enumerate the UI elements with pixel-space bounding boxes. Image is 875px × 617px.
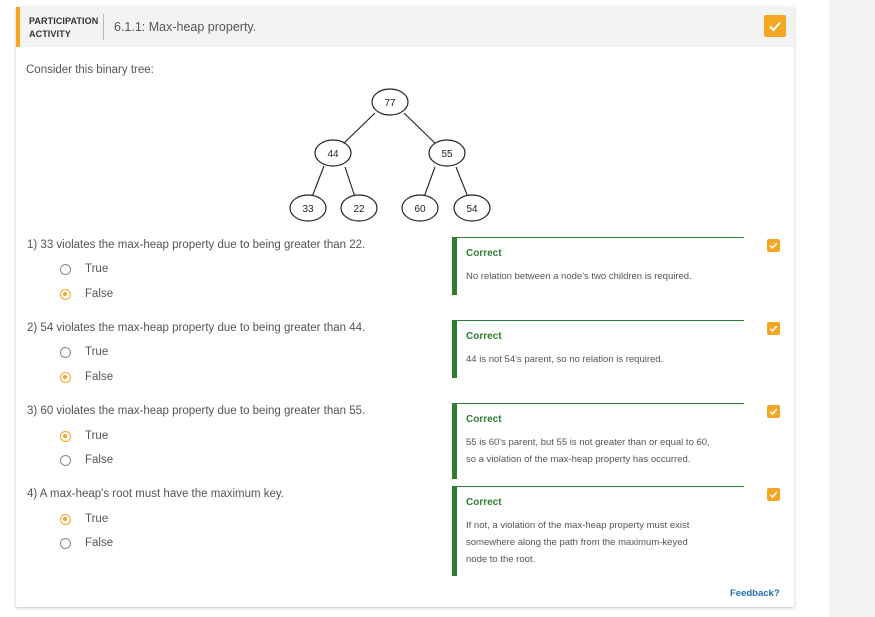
question-1-feedback: Correct No relation between a node's two… (452, 237, 744, 295)
radio-selected-icon[interactable] (60, 371, 71, 383)
radio-icon[interactable] (60, 454, 71, 466)
question-1-option-true[interactable]: True (60, 263, 108, 275)
question-1-option-false[interactable]: False (60, 288, 113, 300)
tree-node-right-right-label: 54 (466, 204, 478, 215)
tree-node-root: 77 (371, 88, 409, 116)
question-4-option-false[interactable]: False (60, 537, 113, 549)
binary-tree-diagram: 77 44 55 33 22 60 54 (289, 88, 491, 222)
question-4-check-icon (767, 488, 780, 501)
radio-selected-icon[interactable] (60, 430, 71, 442)
feedback-text: 44 is not 54's parent, so no relation is… (466, 354, 664, 365)
tree-node-right-right: 54 (453, 194, 491, 222)
tree-node-right-label: 55 (441, 149, 453, 160)
right-gutter (829, 0, 875, 617)
question-4-text: 4) A max-heap's root must have the maxim… (27, 488, 285, 500)
question-2-feedback: Correct 44 is not 54's parent, so no rel… (452, 320, 744, 378)
question-3-option-true[interactable]: True (60, 430, 108, 442)
edge-55-54 (455, 166, 469, 198)
feedback-title: Correct (466, 248, 502, 259)
tree-node-left-label: 44 (327, 149, 339, 160)
edge-77-55 (403, 112, 440, 148)
radio-selected-icon[interactable] (60, 513, 71, 525)
tree-node-left-right: 22 (340, 194, 378, 222)
radio-icon[interactable] (60, 263, 71, 275)
edge-44-33 (311, 165, 325, 198)
radio-icon[interactable] (60, 537, 71, 549)
question-1-check-icon (767, 239, 780, 252)
tree-node-right: 55 (428, 139, 466, 167)
question-3-text: 3) 60 violates the max-heap property due… (27, 405, 366, 417)
edge-77-44 (339, 112, 376, 148)
question-1-text: 1) 33 violates the max-heap property due… (27, 239, 366, 251)
feedback-title: Correct (466, 331, 502, 342)
question-3-feedback: Correct 55 is 60's parent, but 55 is not… (452, 403, 744, 479)
feedback-text: No relation between a node's two childre… (466, 271, 692, 282)
feedback-text: 55 is 60's parent, but 55 is not greater… (466, 437, 710, 465)
tree-node-left: 44 (314, 139, 352, 167)
participation-activity-card: PARTICIPATION ACTIVITY 6.1.1: Max-heap p… (16, 7, 794, 607)
question-4-option-true[interactable]: True (60, 513, 108, 525)
edge-55-60 (423, 166, 436, 198)
radio-selected-icon[interactable] (60, 288, 71, 300)
feedback-link[interactable]: Feedback? (730, 588, 780, 599)
question-2-text: 2) 54 violates the max-heap property due… (27, 322, 366, 334)
tree-node-right-left-label: 60 (414, 204, 426, 215)
question-3-option-false[interactable]: False (60, 454, 113, 466)
feedback-title: Correct (466, 414, 502, 425)
tree-node-root-label: 77 (384, 98, 396, 109)
tree-node-right-left: 60 (401, 194, 439, 222)
edge-44-22 (344, 166, 356, 198)
radio-icon[interactable] (60, 346, 71, 358)
question-4-feedback: Correct If not, a violation of the max-h… (452, 486, 744, 576)
feedback-title: Correct (466, 497, 502, 508)
question-2-option-false[interactable]: False (60, 371, 113, 383)
tree-node-left-right-label: 22 (353, 204, 365, 215)
tree-node-left-left: 33 (289, 194, 327, 222)
feedback-text: If not, a violation of the max-heap prop… (466, 520, 690, 565)
question-3-check-icon (767, 405, 780, 418)
tree-node-left-left-label: 33 (302, 204, 314, 215)
question-2-option-true[interactable]: True (60, 346, 108, 358)
question-2-check-icon (767, 322, 780, 335)
